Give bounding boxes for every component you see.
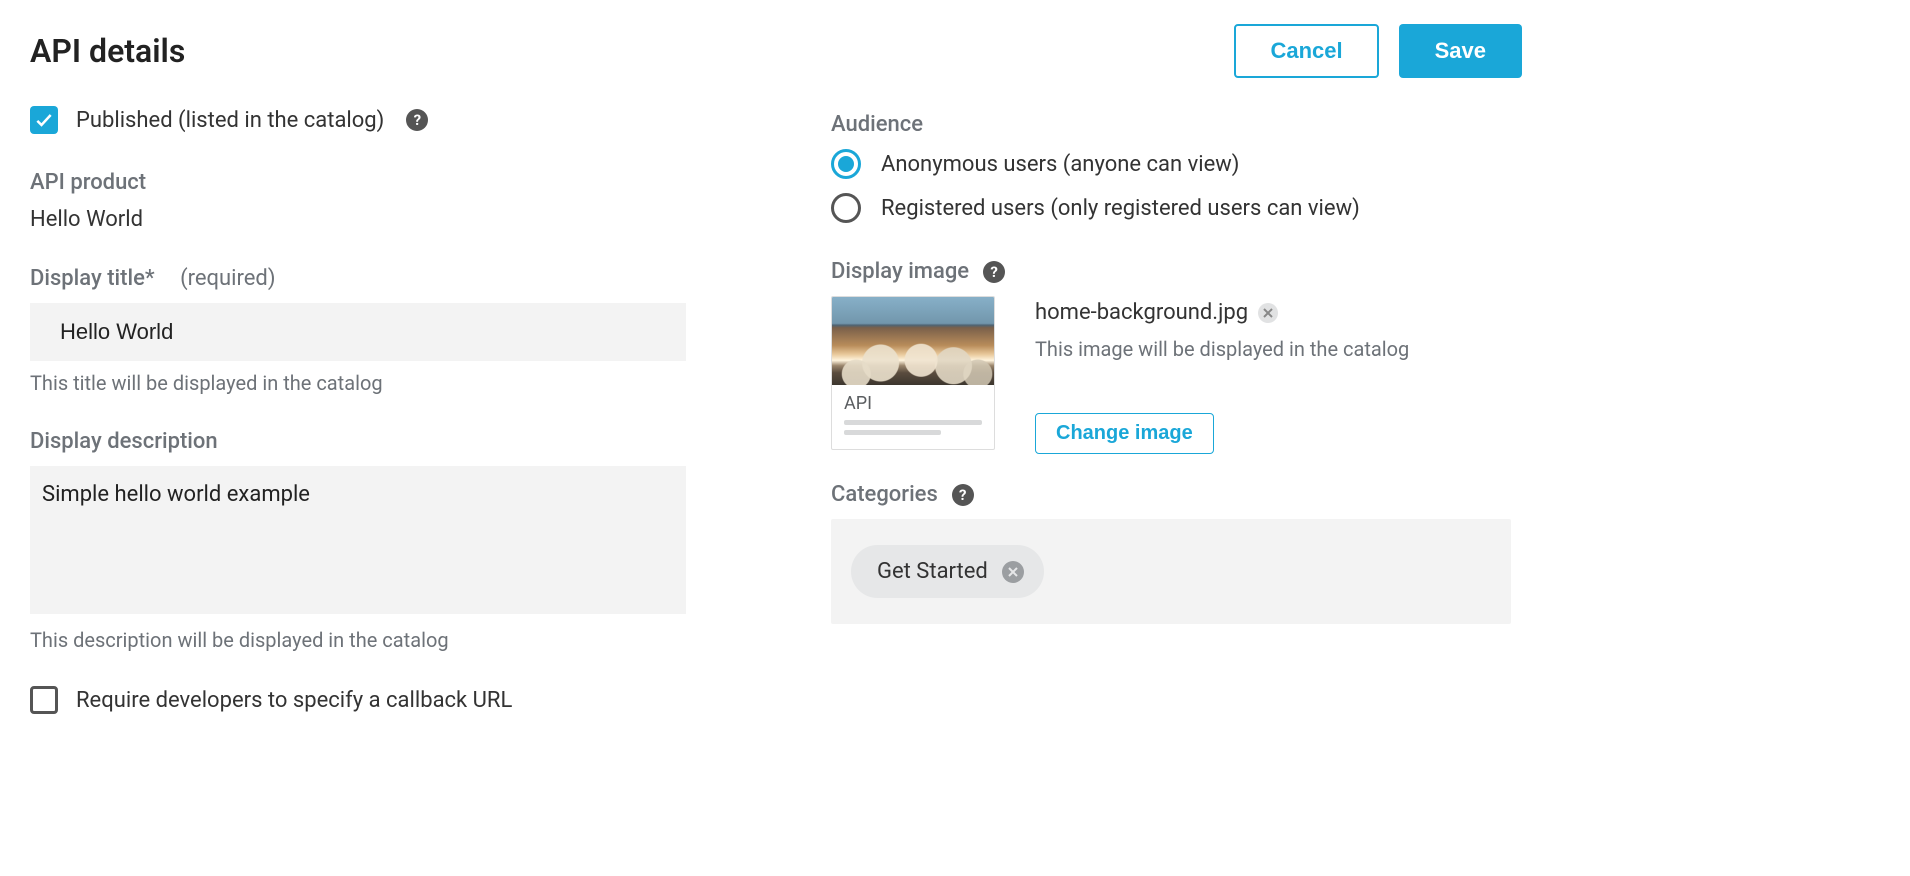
- display-description-hint: This description will be displayed in th…: [30, 628, 721, 652]
- radio-selected-icon: [831, 149, 861, 179]
- published-checkbox[interactable]: [30, 106, 58, 134]
- x-icon: [1263, 308, 1273, 318]
- display-image-label: Display image ?: [831, 259, 1522, 284]
- callback-checkbox[interactable]: [30, 686, 58, 714]
- x-icon: [1008, 567, 1018, 577]
- remove-chip-icon[interactable]: [1002, 561, 1024, 583]
- audience-label: Audience: [831, 112, 1522, 137]
- audience-anonymous-option[interactable]: Anonymous users (anyone can view): [831, 149, 1522, 179]
- category-chip-label: Get Started: [877, 559, 988, 584]
- right-panel: Audience Anonymous users (anyone can vie…: [831, 106, 1522, 750]
- display-description-label: Display description: [30, 429, 721, 454]
- action-row: Cancel Save: [1234, 24, 1522, 78]
- placeholder-line: [844, 420, 982, 425]
- api-product-value: Hello World: [30, 207, 721, 232]
- image-file-name: home-background.jpg: [1035, 300, 1248, 325]
- category-chip: Get Started: [851, 545, 1044, 598]
- display-title-input[interactable]: [30, 303, 686, 361]
- audience-option-label: Registered users (only registered users …: [881, 196, 1360, 221]
- help-icon[interactable]: ?: [406, 109, 428, 131]
- change-image-button[interactable]: Change image: [1035, 413, 1214, 454]
- audience-registered-option[interactable]: Registered users (only registered users …: [831, 193, 1522, 223]
- callback-label: Require developers to specify a callback…: [76, 688, 512, 713]
- radio-unselected-icon: [831, 193, 861, 223]
- clear-image-icon[interactable]: [1258, 303, 1278, 323]
- display-description-input[interactable]: [30, 466, 686, 614]
- api-product-label: API product: [30, 170, 721, 195]
- placeholder-line: [844, 430, 941, 435]
- image-preview-card: API: [831, 296, 995, 450]
- audience-option-label: Anonymous users (anyone can view): [881, 152, 1239, 177]
- image-thumbnail: [832, 297, 994, 385]
- published-label: Published (listed in the catalog): [76, 108, 384, 133]
- help-icon[interactable]: ?: [983, 261, 1005, 283]
- help-icon[interactable]: ?: [952, 484, 974, 506]
- cancel-button[interactable]: Cancel: [1234, 24, 1378, 78]
- left-panel: Published (listed in the catalog) ? API …: [30, 106, 721, 750]
- save-button[interactable]: Save: [1399, 24, 1522, 78]
- display-title-hint: This title will be displayed in the cata…: [30, 371, 721, 395]
- page-title: API details: [30, 32, 185, 70]
- check-icon: [34, 110, 54, 130]
- image-card-badge: API: [844, 393, 982, 414]
- categories-input[interactable]: Get Started: [831, 519, 1511, 624]
- display-title-label: Display title* (required): [30, 266, 721, 291]
- categories-label: Categories ?: [831, 482, 1522, 507]
- image-hint: This image will be displayed in the cata…: [1035, 337, 1409, 361]
